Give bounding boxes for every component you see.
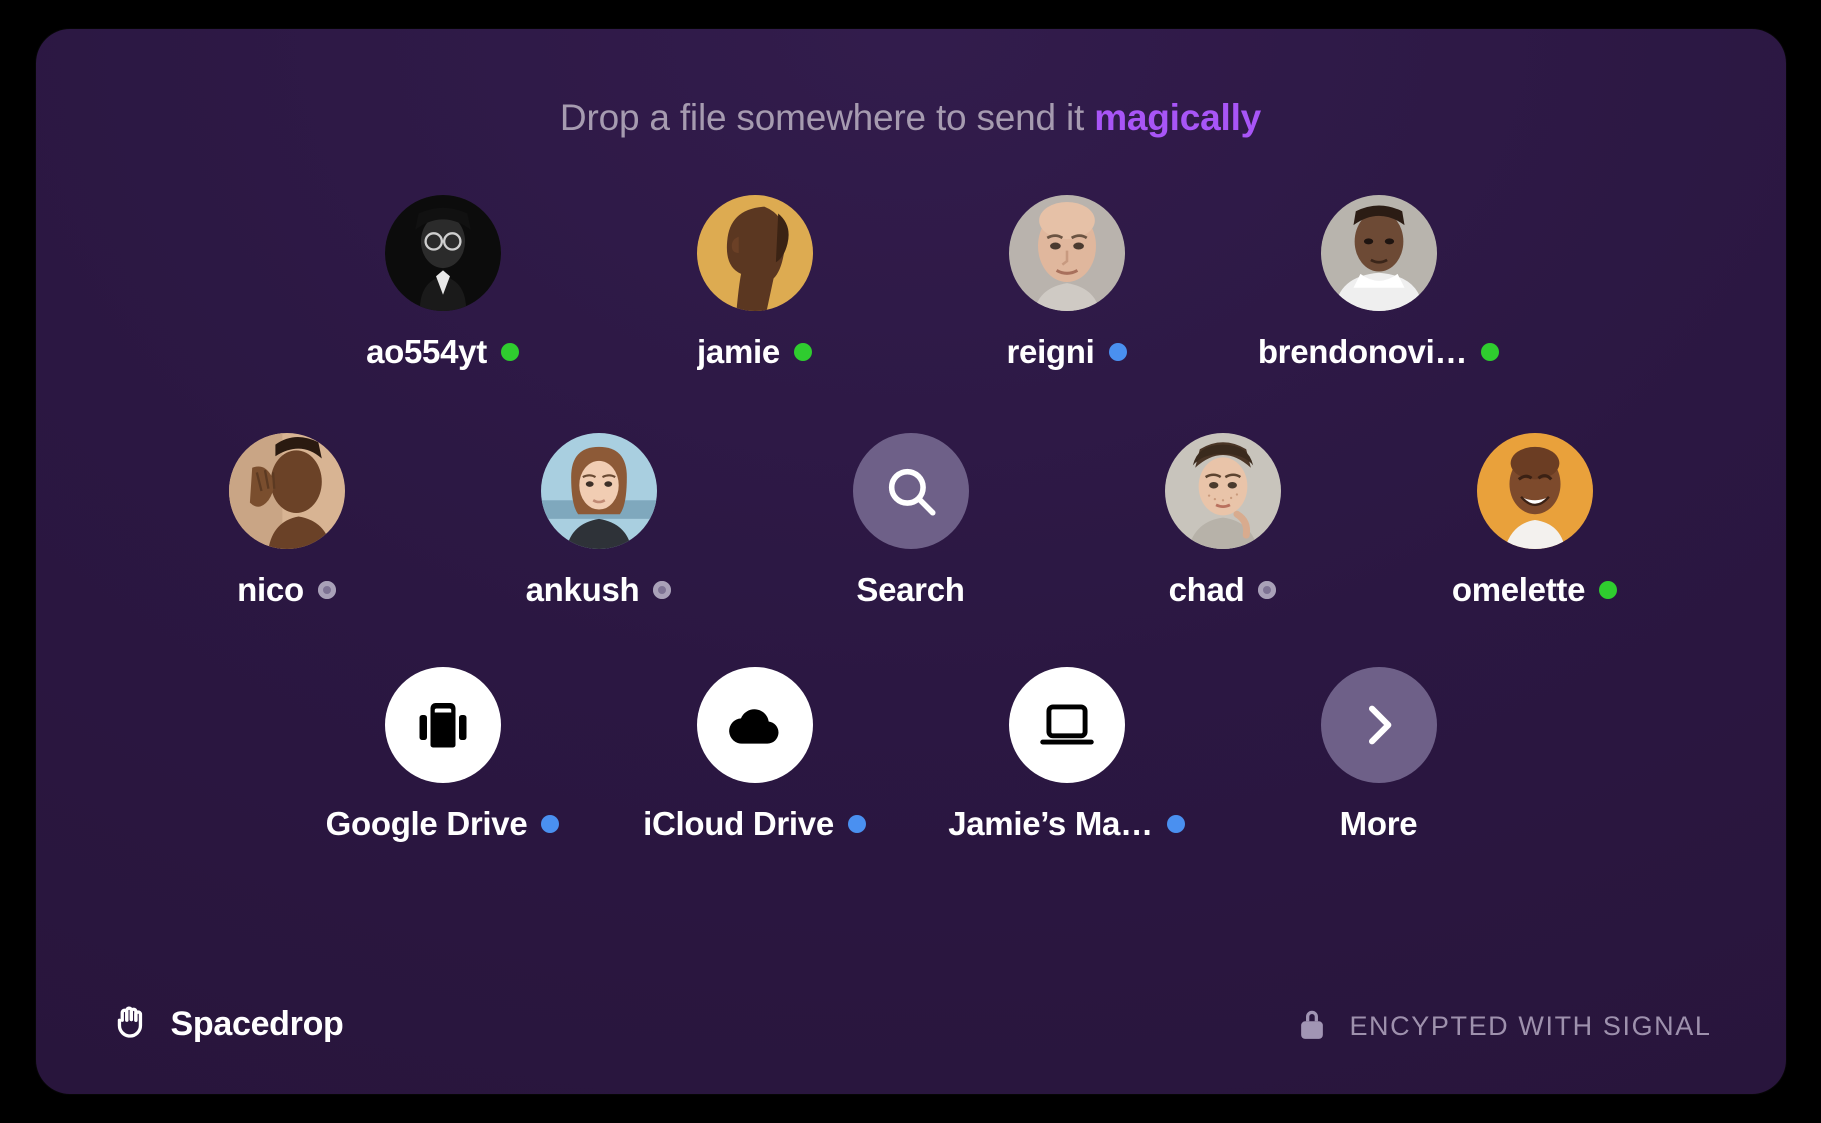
avatar <box>384 195 501 311</box>
device-row-1: ao554yt jamie reigni brendonovi… <box>92 195 1730 371</box>
item-label-line: reigni <box>1006 333 1127 371</box>
avatar <box>1476 433 1593 549</box>
hand-icon <box>110 1001 152 1048</box>
peer-item[interactable]: ao554yt <box>287 195 599 371</box>
footer: Spacedrop ENCYPTED WITH SIGNAL <box>36 944 1786 1094</box>
avatar <box>540 433 657 549</box>
item-label-line: omelette <box>1451 571 1618 609</box>
peer-item[interactable]: reigni <box>911 195 1223 371</box>
item-label-line: ankush <box>526 571 672 609</box>
item-label: reigni <box>1006 333 1095 370</box>
status-dot <box>317 581 336 599</box>
lock-icon <box>1295 1005 1329 1048</box>
status-dot <box>1599 581 1618 599</box>
avatar <box>1320 195 1437 311</box>
avatar <box>1008 195 1125 311</box>
item-label: Google Drive <box>325 805 528 842</box>
encryption-label: ENCYPTED WITH SIGNAL <box>1349 1011 1712 1041</box>
briefcase-icon <box>384 667 501 783</box>
item-label: More <box>1339 805 1418 842</box>
cloud-icon <box>696 667 813 783</box>
item-label: nico <box>237 571 304 608</box>
service-item[interactable]: iCloud Drive <box>599 667 911 843</box>
item-label: ao554yt <box>366 333 487 370</box>
avatar <box>696 195 813 311</box>
device-grid: ao554yt jamie reigni brendonovi… nico an… <box>36 139 1786 944</box>
item-label-line: iCloud Drive <box>643 805 866 843</box>
item-label: chad <box>1168 571 1245 608</box>
avatar <box>1164 433 1281 549</box>
status-dot <box>793 343 812 361</box>
service-item[interactable]: Jamie’s Ma… <box>911 667 1223 843</box>
item-label: brendonovi… <box>1257 333 1468 370</box>
item-label-line: Google Drive <box>326 805 560 843</box>
item-label-line: jamie <box>697 333 812 371</box>
peer-item[interactable]: jamie <box>599 195 911 371</box>
spacedrop-panel: Drop a file somewhere to send it magical… <box>35 29 1786 1094</box>
peer-item[interactable]: nico <box>131 433 443 609</box>
item-label: jamie <box>697 333 780 370</box>
page-title-plain: Drop a file somewhere to send it <box>559 97 1095 138</box>
brand-name: Spacedrop <box>170 1005 344 1043</box>
peer-item[interactable]: ankush <box>443 433 755 609</box>
search-icon <box>852 433 969 549</box>
peer-item[interactable]: brendonovi… <box>1223 195 1535 371</box>
peer-item[interactable]: chad <box>1067 433 1379 609</box>
status-dot <box>1166 815 1185 833</box>
status-dot <box>1108 343 1127 361</box>
peer-item[interactable]: omelette <box>1379 433 1691 609</box>
device-row-2: nico ankush Search chad omelette <box>92 433 1730 609</box>
item-label: ankush <box>525 571 640 608</box>
device-row-3: Google Drive iCloud Drive Jamie’s Ma… More <box>92 667 1730 843</box>
item-label: Search <box>856 571 965 608</box>
item-label-line: Search <box>856 571 964 609</box>
laptop-icon <box>1008 667 1125 783</box>
status-dot <box>847 815 866 833</box>
item-label-line: ao554yt <box>366 333 519 371</box>
status-dot <box>541 815 560 833</box>
service-item[interactable]: Google Drive <box>287 667 599 843</box>
item-label-line: brendonovi… <box>1257 333 1500 371</box>
status-dot <box>1258 581 1277 599</box>
page-title: Drop a file somewhere to send it magical… <box>36 97 1786 139</box>
chevron-right-icon <box>1320 667 1437 783</box>
item-label-line: More <box>1340 805 1418 843</box>
page-title-accent: magically <box>1094 97 1262 138</box>
item-label: iCloud Drive <box>643 805 834 842</box>
encryption-badge: ENCYPTED WITH SIGNAL <box>1295 1005 1711 1048</box>
action-item[interactable]: Search <box>755 433 1067 609</box>
item-label-line: Jamie’s Ma… <box>948 805 1185 843</box>
avatar <box>228 433 345 549</box>
status-dot <box>1481 343 1500 361</box>
status-dot <box>653 581 672 599</box>
item-label: Jamie’s Ma… <box>948 805 1153 842</box>
brand: Spacedrop <box>110 1001 344 1048</box>
item-label-line: chad <box>1169 571 1277 609</box>
item-label-line: nico <box>237 571 336 609</box>
status-dot <box>500 343 519 361</box>
item-label: omelette <box>1451 571 1586 608</box>
action-item[interactable]: More <box>1223 667 1535 843</box>
